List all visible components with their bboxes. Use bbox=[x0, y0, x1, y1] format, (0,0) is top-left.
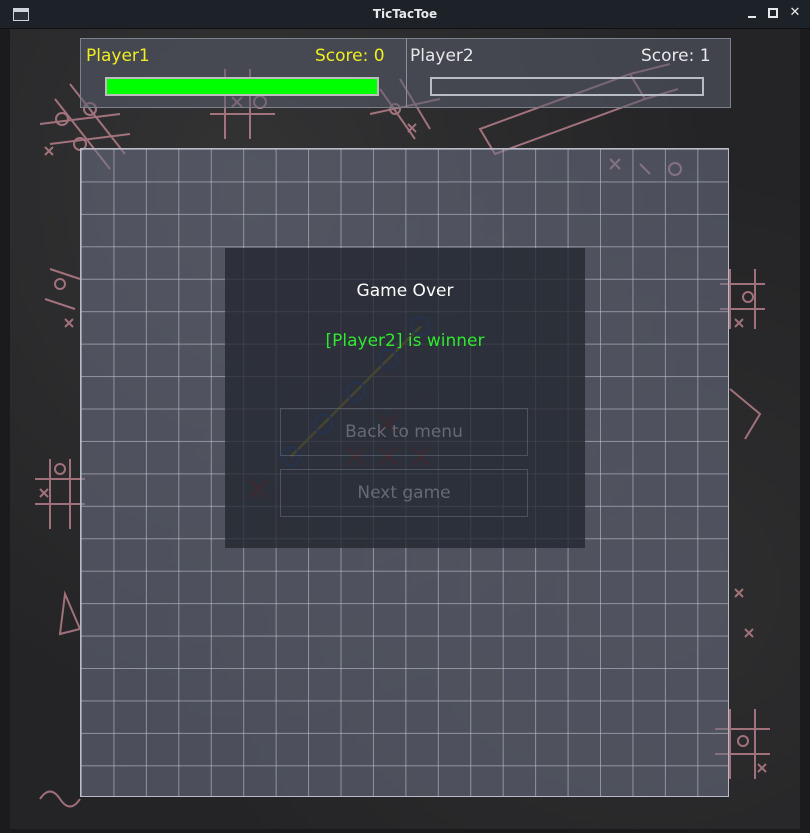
player1-score: Score: 0 bbox=[315, 46, 385, 66]
player1-timer-fill bbox=[107, 79, 377, 94]
back-to-menu-button[interactable]: Back to menu bbox=[280, 408, 528, 456]
next-game-button[interactable]: Next game bbox=[280, 469, 528, 517]
player2-score: Score: 1 bbox=[641, 46, 711, 66]
score-header: Player1 Score: 0 Player2 Score: 1 bbox=[80, 38, 731, 108]
player2-name: Player2 bbox=[410, 46, 474, 66]
game-over-dialog: Game Over [Player2] is winner Back to me… bbox=[225, 248, 585, 548]
player1-name: Player1 bbox=[86, 46, 150, 66]
maximize-icon[interactable] bbox=[765, 5, 781, 21]
dialog-title: Game Over bbox=[356, 281, 454, 301]
player1-timer-bar bbox=[105, 77, 379, 96]
minimize-icon[interactable] bbox=[744, 5, 760, 21]
winner-text: [Player2] is winner bbox=[325, 331, 485, 351]
close-icon[interactable]: ✕ bbox=[787, 5, 803, 21]
window-title: TicTacToe bbox=[372, 7, 438, 21]
window-titlebar: TicTacToe ✕ bbox=[0, 0, 810, 29]
score-divider bbox=[406, 39, 407, 107]
player2-timer-bar bbox=[430, 77, 704, 96]
